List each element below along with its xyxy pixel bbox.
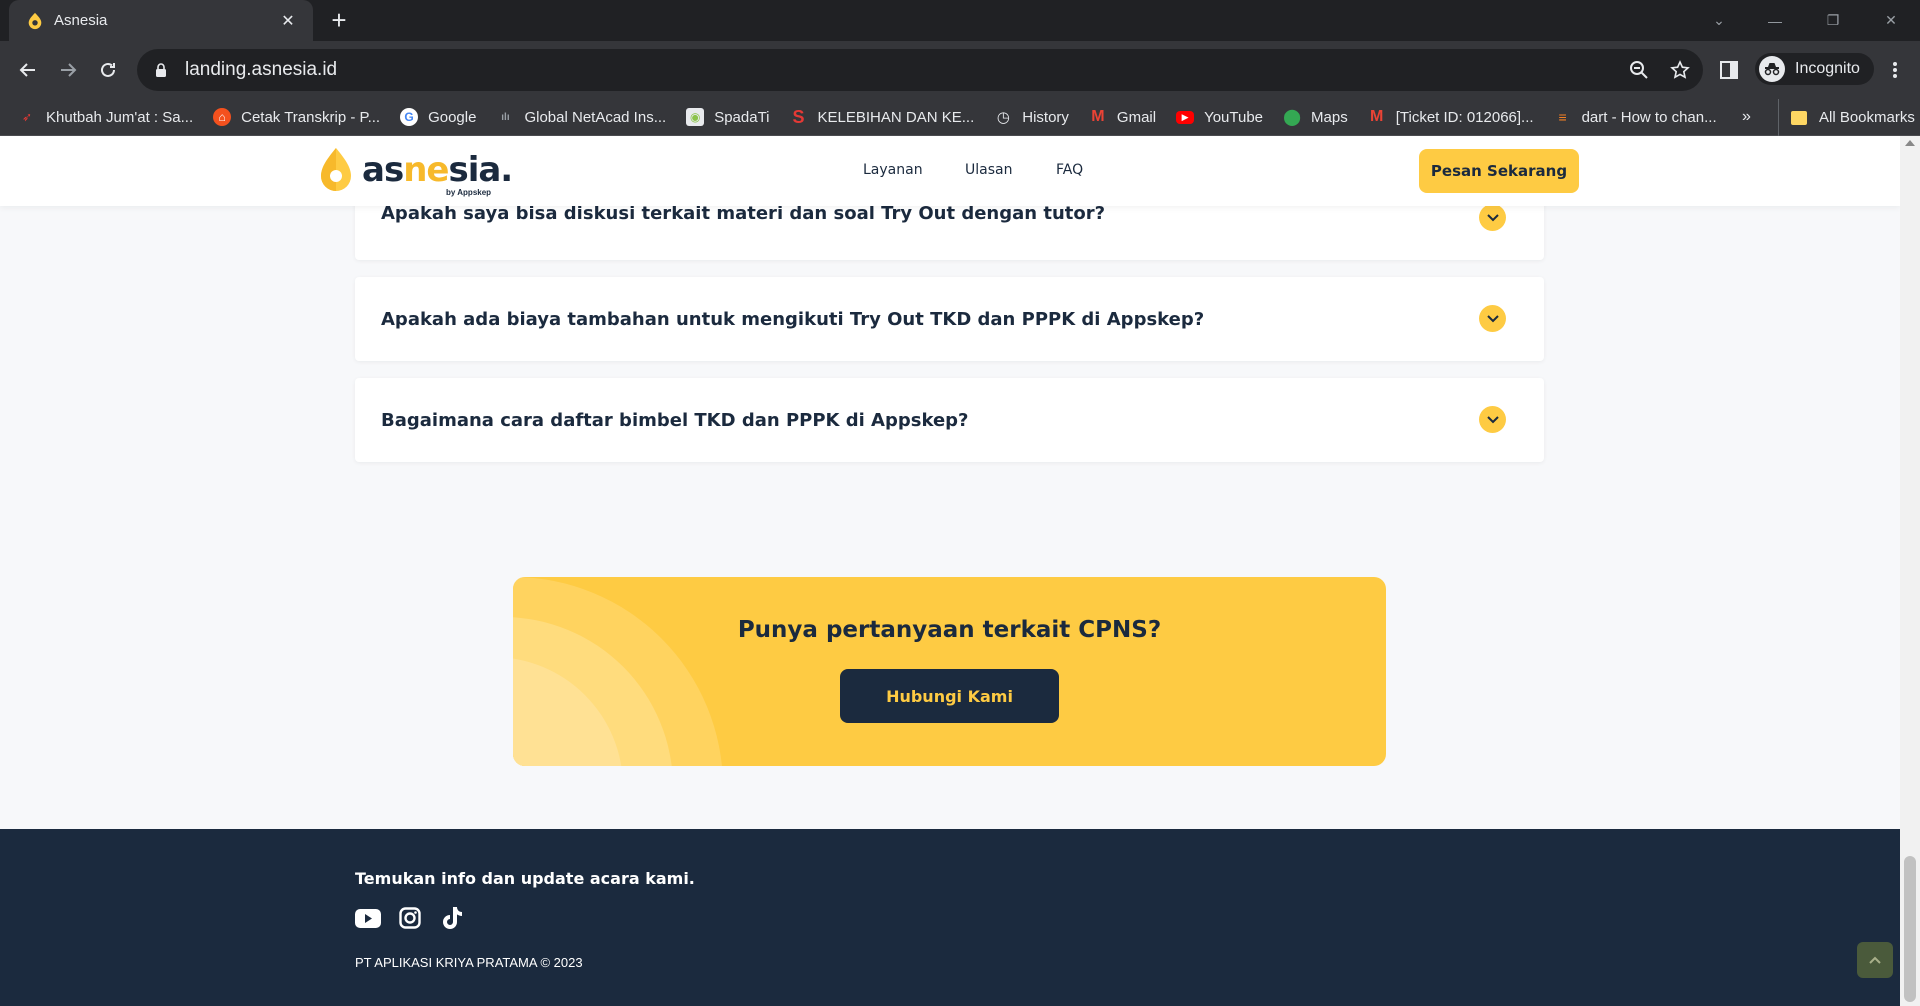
bookmark-star-icon[interactable] bbox=[1665, 55, 1695, 85]
lock-icon[interactable] bbox=[151, 62, 171, 78]
bookmark-item[interactable]: ▶ YouTube bbox=[1176, 109, 1263, 126]
side-panel-icon[interactable] bbox=[1714, 55, 1744, 85]
logo-wordmark: asnesia. bbox=[362, 150, 513, 190]
footer-tagline: Temukan info dan update acara kami. bbox=[355, 869, 695, 888]
chevron-down-icon[interactable] bbox=[1479, 406, 1506, 433]
faq-question: Apakah ada biaya tambahan untuk mengikut… bbox=[381, 308, 1205, 330]
scroll-up-arrow-icon[interactable] bbox=[1905, 140, 1915, 146]
browser-tab[interactable]: Asnesia ✕ bbox=[9, 0, 313, 41]
history-icon: ◷ bbox=[996, 109, 1010, 126]
google-icon: G bbox=[400, 108, 419, 126]
s-icon: S bbox=[792, 106, 805, 127]
incognito-badge[interactable]: Incognito bbox=[1755, 53, 1874, 85]
reload-button[interactable] bbox=[93, 55, 123, 85]
tiktok-icon[interactable] bbox=[439, 905, 465, 931]
social-links bbox=[355, 905, 481, 931]
bookmark-item[interactable]: ılı Global NetAcad Ins... bbox=[496, 108, 666, 126]
reload-icon bbox=[101, 62, 115, 77]
back-arrow-icon bbox=[19, 63, 35, 77]
bookmark-item[interactable]: ⌂ Cetak Transkrip - P... bbox=[213, 108, 380, 126]
bookmark-item[interactable]: ◉ SpadaTi bbox=[686, 108, 770, 126]
url-text[interactable]: landing.asnesia.id bbox=[185, 59, 337, 81]
minimize-button[interactable]: — bbox=[1750, 0, 1800, 41]
bookmark-item[interactable]: M Gmail bbox=[1089, 108, 1156, 126]
grad-cap-icon: ⌂ bbox=[213, 108, 232, 126]
back-button[interactable] bbox=[13, 55, 43, 85]
tab-strip: Asnesia ✕ + ⌄ — ❐ ✕ bbox=[0, 0, 1920, 41]
logo-subtitle: by Appskep bbox=[446, 188, 492, 197]
site-footer: Temukan info dan update acara kami. PT A… bbox=[0, 829, 1900, 1006]
bookmark-item[interactable]: ◷ History bbox=[994, 108, 1069, 127]
bookmark-item[interactable]: G Google bbox=[400, 108, 476, 126]
order-now-button[interactable]: Pesan Sekarang bbox=[1419, 149, 1579, 193]
nav-faq[interactable]: FAQ bbox=[1056, 162, 1083, 178]
back-to-top-button[interactable] bbox=[1857, 942, 1893, 978]
nav-layanan[interactable]: Layanan bbox=[863, 162, 923, 178]
tab-title: Asnesia bbox=[54, 12, 108, 29]
address-bar[interactable]: landing.asnesia.id bbox=[137, 49, 1703, 91]
forward-arrow-icon bbox=[61, 63, 77, 77]
faq-question: Bagaimana cara daftar bimbel TKD dan PPP… bbox=[381, 409, 969, 431]
gmail-icon: M bbox=[1091, 108, 1105, 125]
new-tab-button[interactable]: + bbox=[324, 6, 354, 36]
scrollbar-thumb[interactable] bbox=[1904, 856, 1916, 1002]
instagram-icon[interactable] bbox=[397, 905, 423, 931]
page-viewport: asnesia. by Appskep Layanan Ulasan FAQ P… bbox=[0, 136, 1900, 1006]
forward-button[interactable] bbox=[53, 55, 83, 85]
bookmark-item[interactable]: ➶ Khutbah Jum'at : Sa... bbox=[18, 108, 193, 126]
zoom-icon[interactable] bbox=[1624, 55, 1654, 85]
gmail-icon: M bbox=[1370, 108, 1384, 125]
red-bird-icon: ➶ bbox=[21, 110, 33, 124]
browser-toolbar: landing.asnesia.id bbox=[0, 41, 1920, 99]
cisco-icon: ılı bbox=[501, 111, 510, 123]
browser-menu-icon[interactable] bbox=[1880, 55, 1910, 85]
asnesia-flame-icon bbox=[321, 148, 351, 191]
youtube-icon: ▶ bbox=[1176, 110, 1195, 124]
folder-icon bbox=[1791, 110, 1807, 125]
bookmark-item[interactable]: ≡ dart - How to chan... bbox=[1554, 108, 1716, 126]
restore-button[interactable]: ❐ bbox=[1808, 0, 1858, 41]
tab-search-icon[interactable]: ⌄ bbox=[1694, 0, 1744, 41]
bookmark-item[interactable]: M [Ticket ID: 012066]... bbox=[1368, 108, 1534, 126]
asnesia-favicon-icon bbox=[28, 12, 42, 29]
incognito-label: Incognito bbox=[1795, 60, 1860, 77]
tab-close-icon[interactable]: ✕ bbox=[277, 11, 299, 31]
incognito-icon bbox=[1759, 56, 1785, 82]
site-header: asnesia. by Appskep Layanan Ulasan FAQ P… bbox=[0, 136, 1900, 206]
faq-item[interactable]: Bagaimana cara daftar bimbel TKD dan PPP… bbox=[355, 378, 1544, 462]
contact-us-button[interactable]: Hubungi Kami bbox=[840, 669, 1059, 723]
chevron-up-icon bbox=[1869, 956, 1881, 964]
youtube-icon[interactable] bbox=[355, 905, 381, 931]
nav-ulasan[interactable]: Ulasan bbox=[965, 162, 1012, 178]
all-bookmarks-button[interactable]: All Bookmarks bbox=[1778, 99, 1915, 136]
copyright-text: PT APLIKASI KRIYA PRATAMA © 2023 bbox=[355, 955, 583, 970]
spada-icon: ◉ bbox=[686, 108, 705, 126]
chevron-down-icon[interactable] bbox=[1479, 204, 1506, 231]
bookmarks-bar: ➶ Khutbah Jum'at : Sa... ⌂ Cetak Transkrip… bbox=[0, 99, 1920, 136]
close-window-button[interactable]: ✕ bbox=[1866, 0, 1916, 41]
contact-cta-banner: Punya pertanyaan terkait CPNS? Hubungi K… bbox=[513, 577, 1386, 766]
chevron-down-icon[interactable] bbox=[1479, 305, 1506, 332]
stackoverflow-icon: ≡ bbox=[1558, 109, 1567, 125]
cta-title: Punya pertanyaan terkait CPNS? bbox=[737, 617, 1162, 643]
bookmark-item[interactable]: S KELEBIHAN DAN KE... bbox=[790, 106, 975, 127]
faq-item[interactable]: Apakah ada biaya tambahan untuk mengikut… bbox=[355, 277, 1544, 361]
bookmark-item[interactable]: ⬤ Maps bbox=[1283, 108, 1348, 127]
asnesia-logo[interactable]: asnesia. by Appskep bbox=[318, 146, 513, 197]
more-bookmarks-button[interactable]: » bbox=[1742, 108, 1751, 126]
page-scrollbar[interactable] bbox=[1900, 136, 1920, 1006]
maps-icon: ⬤ bbox=[1283, 109, 1301, 126]
